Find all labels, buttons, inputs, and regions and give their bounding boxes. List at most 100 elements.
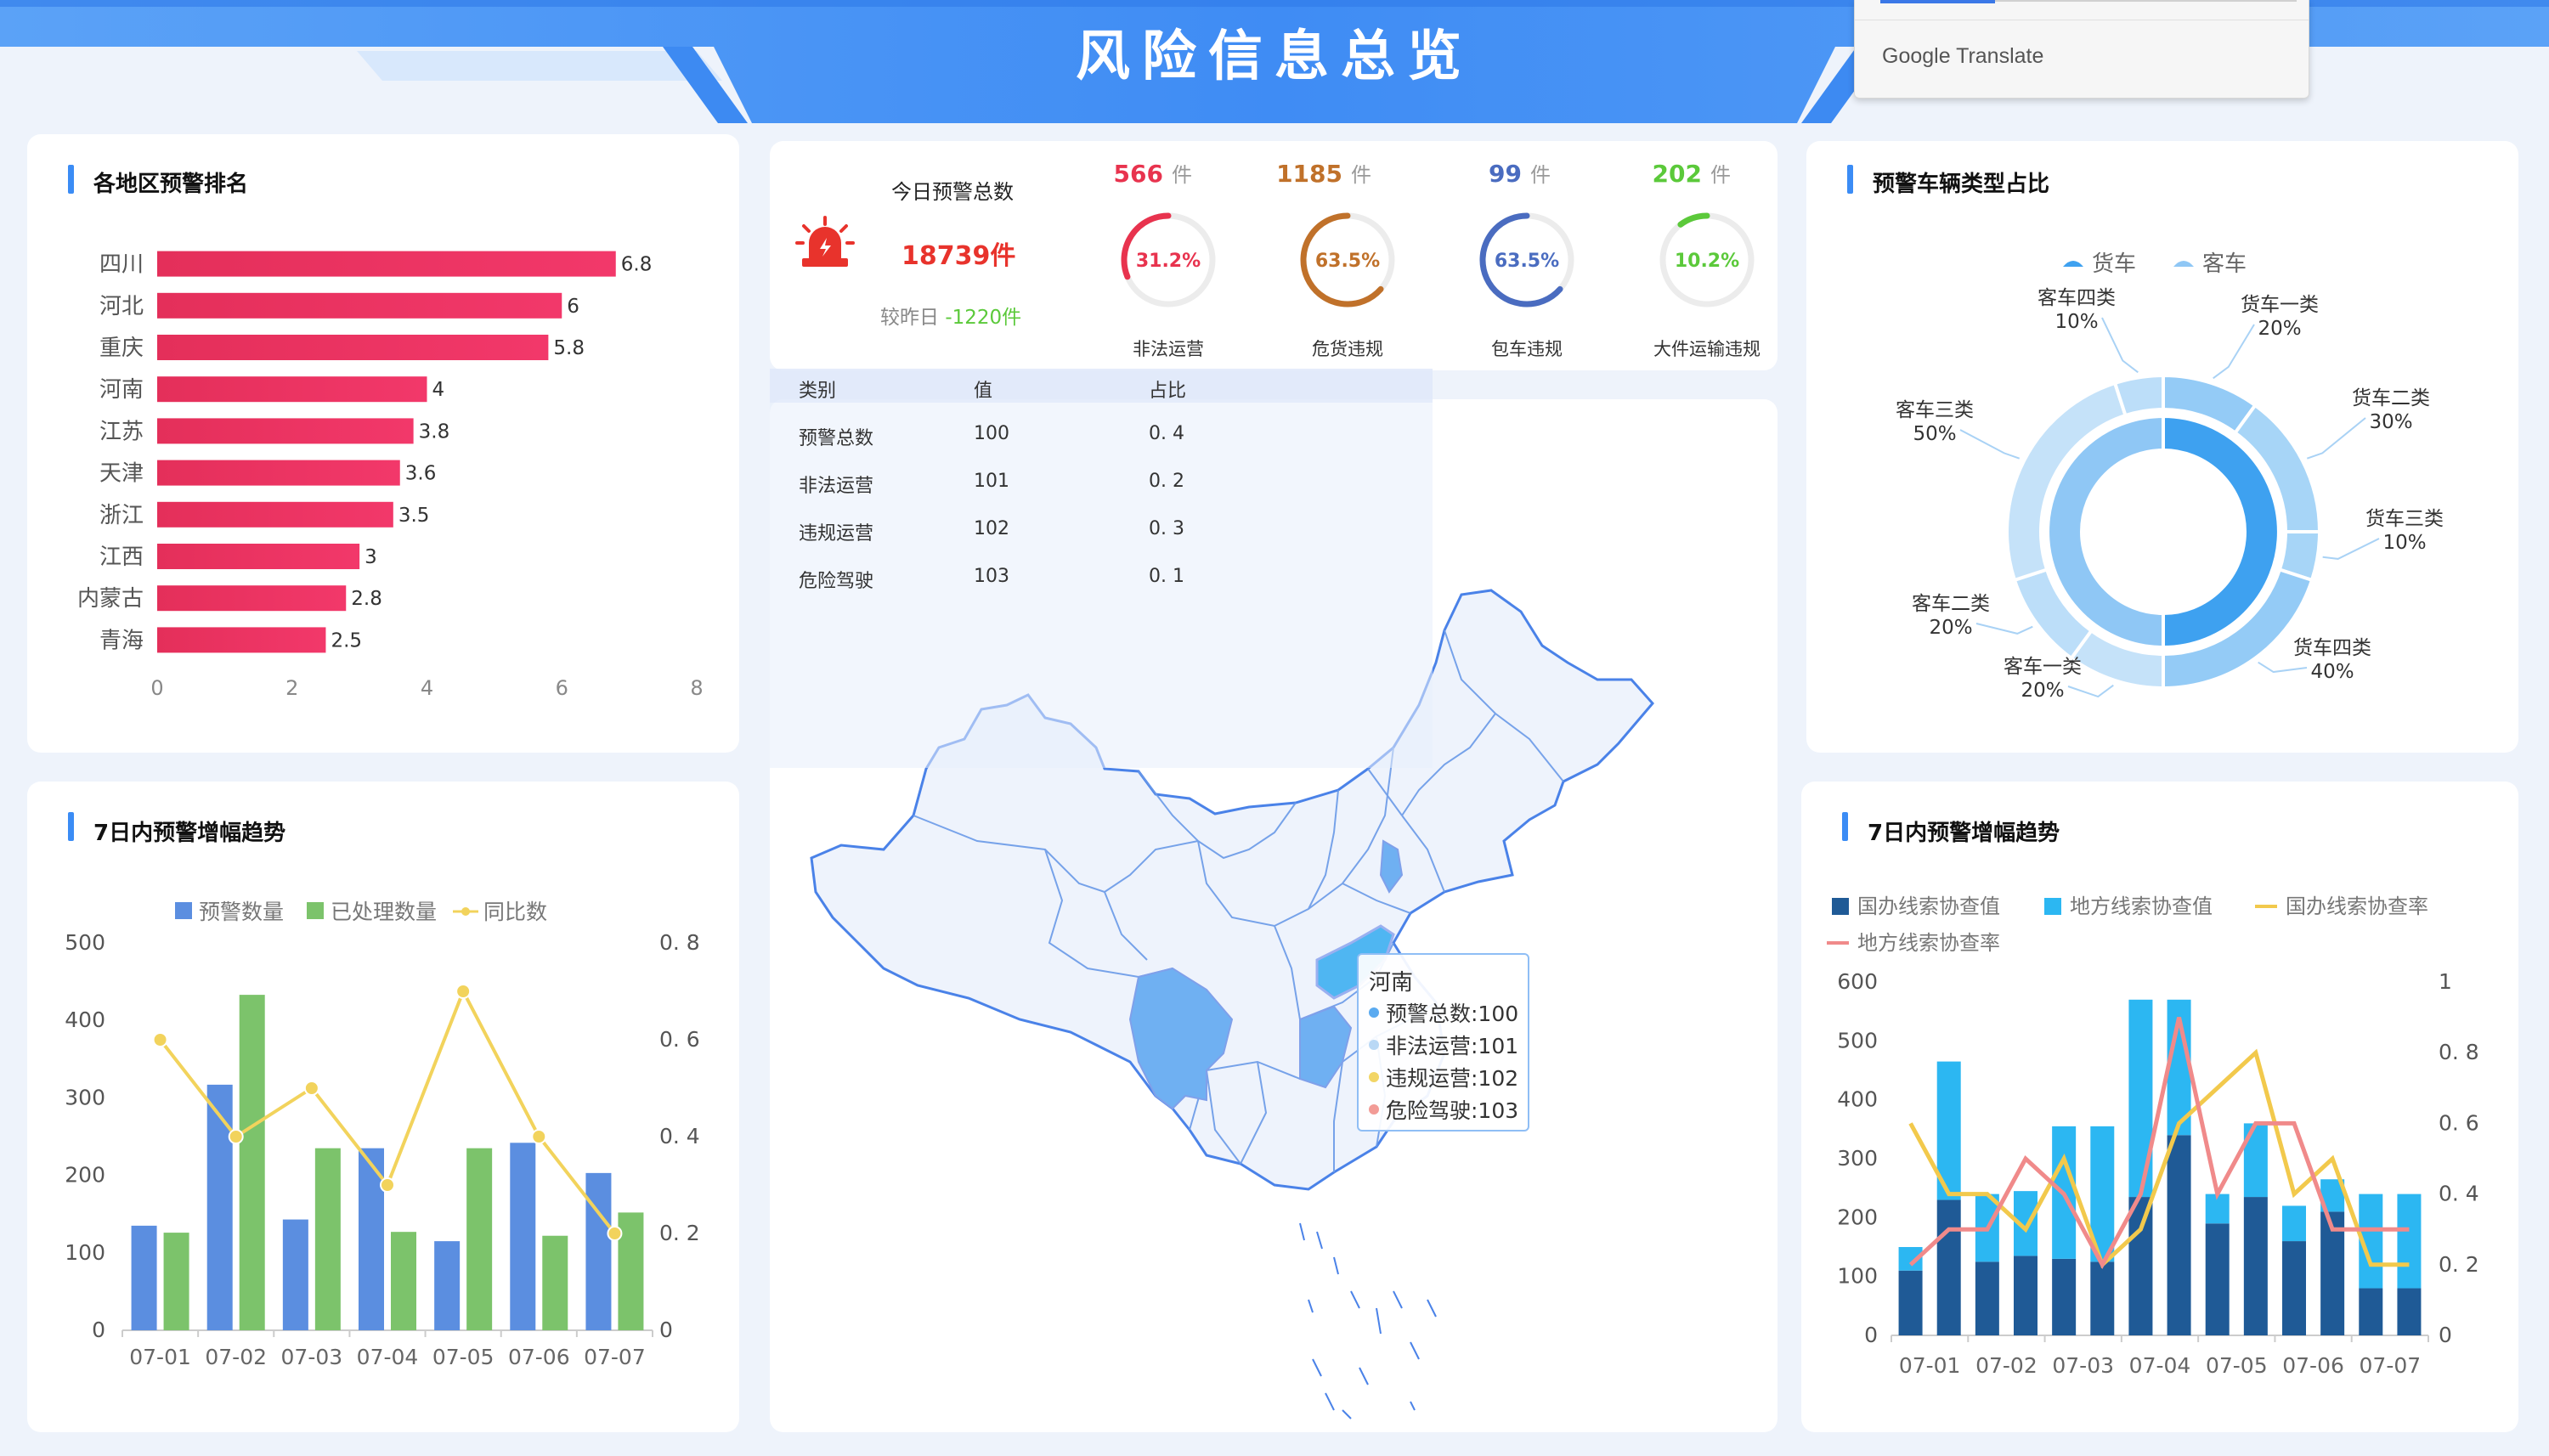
trend-left-panel: 7日内预警增幅趋势 预警数量 已处理数量 同比数 0 100 200 300 400 500 0 0… <box>27 782 739 1432</box>
y2-tick-label: 0 <box>2439 1323 2452 1347</box>
bar <box>157 376 427 403</box>
bar-lower <box>2052 1258 2077 1335</box>
tooltip-dot <box>1369 1072 1379 1082</box>
bar-category-label: 河南 <box>99 377 144 403</box>
y2-tick-label: 0 <box>659 1318 673 1342</box>
bar <box>391 1232 416 1330</box>
bar-upper <box>2397 1194 2422 1289</box>
legend-label: 客车 <box>2202 251 2247 277</box>
bar-lower <box>2167 1135 2191 1335</box>
y2-tick-label: 0. 4 <box>659 1124 700 1148</box>
slice-percent-label: 20% <box>1929 617 1972 639</box>
label-leader-line <box>2067 684 2114 698</box>
bar-lower <box>1936 1199 1961 1335</box>
x-tick-label: 07-04 <box>357 1345 419 1369</box>
bar-value-label: 6 <box>567 296 579 318</box>
legend-dot <box>461 907 470 916</box>
y-tick-label: 100 <box>65 1240 105 1265</box>
slice-name-label: 货车二类 <box>2352 387 2430 409</box>
bar <box>206 1084 233 1330</box>
tooltip-row-text: 非法运营:101 <box>1386 1034 1519 1058</box>
gauge-percent: 31.2% <box>1136 251 1201 272</box>
line-point <box>531 1129 547 1144</box>
line-series <box>1908 1017 2410 1270</box>
tooltip-dot <box>1369 1104 1379 1115</box>
bar <box>282 1219 308 1330</box>
trend-right-chart: 国办线索协查值 地方线索协查值 国办线索协查率地方线索协查率 0 100 200 300 40… <box>1827 894 2479 1378</box>
y-tick-label: 0 <box>1864 1323 1878 1347</box>
bar-lower <box>2359 1288 2383 1335</box>
label-leader-line <box>1975 623 2033 635</box>
bar-upper <box>2282 1205 2306 1242</box>
x-tick-label: 4 <box>421 676 433 700</box>
slice-percent-label: 30% <box>2369 411 2412 433</box>
label-leader-line <box>1959 429 2021 460</box>
bar-category-label: 四川 <box>99 252 144 278</box>
outer-ring-slice <box>2112 373 2165 418</box>
vehicle-type-panel: 预警车辆类型占比 货车 客车 货车一类 20% 货车二类 30% 货车三类 10% 货车四类 40… <box>1806 141 2518 753</box>
x-tick-label: 07-01 <box>1899 1353 1961 1378</box>
x-tick-label: 07-05 <box>2206 1353 2268 1378</box>
bar-lower <box>2243 1197 2268 1335</box>
bar-value-label: 5.8 <box>553 337 585 359</box>
region-ranking-chart: 四川 6.8 河北 6 重庆 5.8 河南 4 江苏 3.8 天津 3.6 浙江 3.5 江西 3 内蒙古 2.8… <box>77 251 704 700</box>
table-cell: 0. 3 <box>1149 518 1184 539</box>
bar-value-label: 3.8 <box>419 420 450 443</box>
table-cell: 0. 1 <box>1149 566 1184 587</box>
label-leader-line <box>2306 417 2366 460</box>
bar <box>510 1143 536 1330</box>
tooltip-dot <box>1369 1040 1379 1050</box>
gauge-count: 1185 <box>1276 160 1342 188</box>
table-cell: 103 <box>974 566 1009 587</box>
legend-label: 地方线索协查率 <box>1857 931 2000 955</box>
y2-tick-label: 0. 8 <box>659 930 700 955</box>
map-tooltip: 河南 预警总数:100 非法运营:101 违规运营:102 危险驾驶:103 <box>1357 953 1529 1132</box>
bar <box>131 1225 157 1330</box>
table-header-ratio: 占比 <box>1149 381 1187 402</box>
bar <box>157 418 414 444</box>
bar-category-label: 青海 <box>99 628 144 653</box>
bar-category-label: 河北 <box>99 294 144 319</box>
bar-lower <box>2397 1288 2422 1335</box>
kpi-panel: 今日预警总数 18739件 较昨日 -1220件 566 件 31.2% 非法运营 11… <box>770 141 1778 370</box>
bar <box>466 1148 493 1330</box>
bar-value-label: 4 <box>432 379 445 401</box>
gauge-label: 包车违规 <box>1491 339 1563 359</box>
gauge-count: 99 <box>1489 160 1522 188</box>
y-tick-label: 200 <box>1837 1205 1878 1229</box>
map-data-table: 类别 值 占比 预警总数 100 0. 4 非法运营 101 0. 2 违规运营… <box>770 369 1433 768</box>
label-leader-line <box>2322 538 2380 560</box>
y-tick-label: 300 <box>65 1085 105 1109</box>
slice-percent-label: 10% <box>2382 532 2426 554</box>
label-leader-line <box>2213 324 2255 380</box>
bar <box>157 335 549 360</box>
gauge-count: 566 <box>1114 160 1163 188</box>
bar-value-label: 3.5 <box>398 505 430 527</box>
y2-tick-label: 0. 6 <box>2439 1110 2479 1135</box>
line-point <box>455 984 472 999</box>
bar-value-label: 2.8 <box>351 588 382 610</box>
x-tick-label: 07-07 <box>2360 1353 2422 1378</box>
tooltip-row: 非法运营:101 <box>1369 1030 1518 1060</box>
bar <box>157 460 400 486</box>
x-tick-label: 07-06 <box>508 1345 570 1369</box>
line-point <box>380 1177 395 1193</box>
bar-value-label: 3.6 <box>405 463 437 485</box>
bar <box>157 627 326 653</box>
gauge-percent: 63.5% <box>1315 251 1380 272</box>
google-translate-popup[interactable]: Google Translate <box>1854 0 2309 99</box>
x-tick-label: 07-02 <box>1975 1353 2038 1378</box>
bar-lower <box>2282 1241 2306 1335</box>
table-cell: 0. 4 <box>1149 423 1184 444</box>
translate-tab-selected[interactable] <box>1880 0 1995 3</box>
gauge-unit: 件 <box>1351 163 1371 187</box>
google-translate-label[interactable]: Google Translate <box>1882 44 2043 69</box>
slice-name-label: 客车三类 <box>1896 399 1974 421</box>
y2-tick-label: 0. 2 <box>2439 1252 2479 1277</box>
y-tick-label: 0 <box>92 1318 105 1342</box>
tooltip-row-text: 危险驾驶:103 <box>1386 1098 1519 1123</box>
tooltip-title: 河南 <box>1369 970 1414 996</box>
bar <box>314 1148 341 1330</box>
y-tick-label: 100 <box>1837 1264 1878 1289</box>
table-header <box>770 369 1433 403</box>
